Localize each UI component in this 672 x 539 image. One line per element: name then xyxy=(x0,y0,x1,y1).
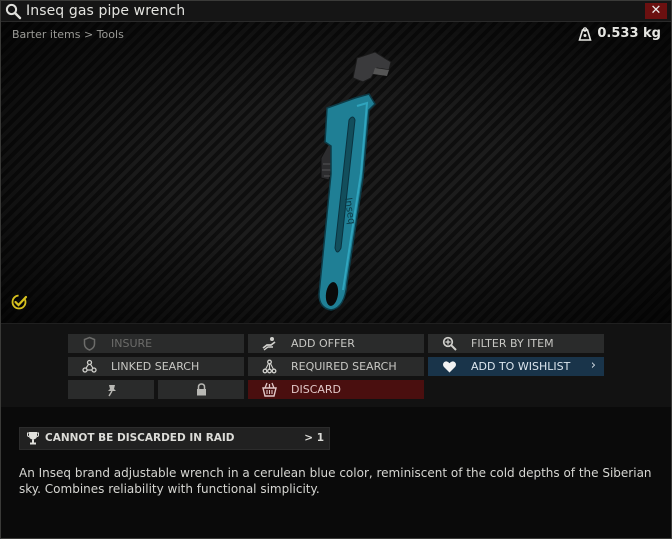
examined-check-icon xyxy=(11,294,28,310)
weight-value: 0.533 kg xyxy=(597,26,661,41)
filter-by-item-label: FILTER BY ITEM xyxy=(471,337,554,350)
raid-restriction-label: CANNOT BE DISCARDED IN RAID xyxy=(45,432,235,444)
item-details-panel: CANNOT BE DISCARDED IN RAID > 1 An Inseq… xyxy=(1,407,671,538)
add-offer-label: ADD OFFER xyxy=(291,337,355,350)
raid-restriction-badge[interactable]: CANNOT BE DISCARDED IN RAID > 1 xyxy=(19,427,330,450)
title-bar[interactable]: Inseq gas pipe wrench ✕ xyxy=(1,1,671,22)
weight-icon xyxy=(578,26,592,41)
trophy-icon xyxy=(27,432,39,445)
raid-restriction-count: > 1 xyxy=(304,432,324,444)
chevron-right-icon: › xyxy=(590,358,596,373)
heart-icon xyxy=(443,361,456,373)
lock-button[interactable] xyxy=(158,380,244,399)
insure-label: INSURE xyxy=(111,337,153,350)
add-to-wishlist-label: ADD TO WISHLIST xyxy=(471,360,571,373)
required-search-button[interactable]: REQUIRED SEARCH xyxy=(248,357,424,376)
item-image-panel: Barter items > Tools 0.533 kg Inseq xyxy=(1,22,671,323)
linked-search-button[interactable]: LINKED SEARCH xyxy=(68,357,244,376)
filter-by-item-button[interactable]: FILTER BY ITEM xyxy=(428,334,604,353)
breadcrumb[interactable]: Barter items > Tools xyxy=(12,28,124,41)
search-icon xyxy=(5,3,22,20)
required-nodes-icon xyxy=(262,359,277,374)
add-to-wishlist-button[interactable]: ADD TO WISHLIST › xyxy=(428,357,604,376)
item-inspect-window: Inseq gas pipe wrench ✕ Barter items > T… xyxy=(0,0,672,539)
discard-label: DISCARD xyxy=(291,383,342,396)
insure-button[interactable]: INSURE xyxy=(68,334,244,353)
add-offer-button[interactable]: ADD OFFER xyxy=(248,334,424,353)
item-weight: 0.533 kg xyxy=(578,26,661,41)
discard-button[interactable]: DISCARD xyxy=(248,380,424,399)
lock-icon xyxy=(197,383,206,396)
item-description: An Inseq brand adjustable wrench in a ce… xyxy=(19,466,652,496)
item-actions-panel: INSURE ADD OFFER FILTER BY ITEM LINKED S… xyxy=(1,323,671,407)
wrench-item-image: Inseq xyxy=(318,51,392,311)
pin-icon xyxy=(108,385,116,397)
pin-button[interactable] xyxy=(68,380,154,399)
required-search-label: REQUIRED SEARCH xyxy=(291,360,397,373)
zoom-filter-icon xyxy=(442,336,457,351)
close-button[interactable]: ✕ xyxy=(645,3,667,19)
shield-icon xyxy=(83,336,96,351)
discard-basket-icon xyxy=(262,382,277,397)
linked-search-label: LINKED SEARCH xyxy=(111,360,200,373)
window-title: Inseq gas pipe wrench xyxy=(26,3,186,19)
hand-offer-icon xyxy=(262,337,276,351)
linked-nodes-icon xyxy=(82,359,97,373)
